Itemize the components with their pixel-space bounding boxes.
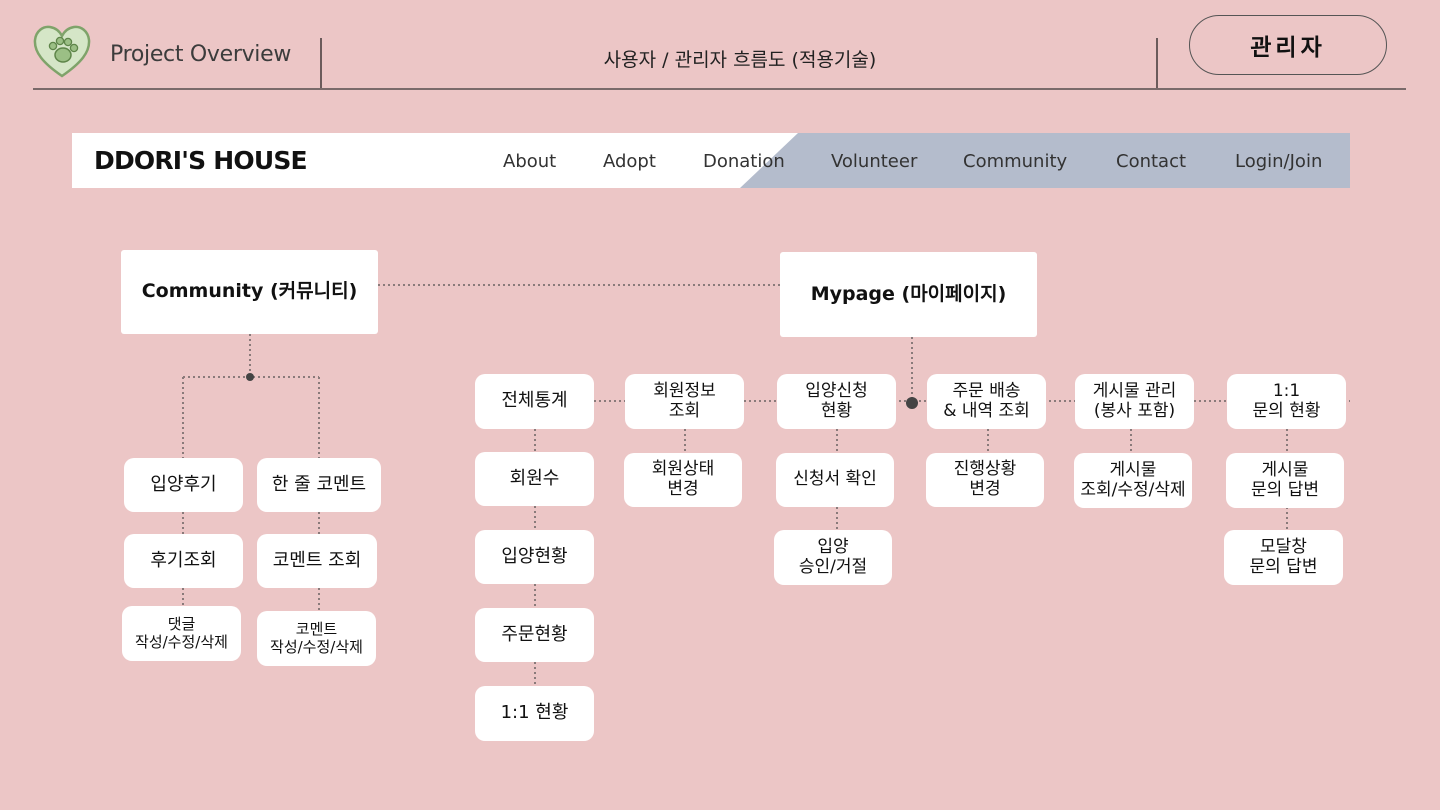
post-crud-node: 게시물 조회/수정/삭제 <box>1074 453 1192 508</box>
community-node: Community (커뮤니티) <box>121 250 378 334</box>
members-node: 회원수 <box>475 452 594 506</box>
adopt-apply-node: 입양신청 현황 <box>777 374 896 429</box>
comment-view-node: 코멘트 조회 <box>257 534 377 588</box>
review-view-node: 후기조회 <box>124 534 243 588</box>
member-state-node: 회원상태 변경 <box>624 453 742 507</box>
junction-dot <box>246 373 254 381</box>
comment-node: 한 줄 코멘트 <box>257 458 381 512</box>
adopt-status-node: 입양현황 <box>475 530 594 584</box>
qna-status-node: 1:1 현황 <box>475 686 594 741</box>
modal-reply-node: 모달창 문의 답변 <box>1224 530 1343 585</box>
stats-node: 전체통계 <box>475 374 594 429</box>
progress-change-node: 진행상황 변경 <box>926 453 1044 507</box>
mypage-node: Mypage (마이페이지) <box>780 252 1037 337</box>
comment-crud-node: 코멘트 작성/수정/삭제 <box>257 611 376 666</box>
order-delivery-node: 주문 배송 & 내역 조회 <box>927 374 1046 429</box>
order-status-node: 주문현황 <box>475 608 594 662</box>
junction-dot <box>906 397 918 409</box>
post-manage-node: 게시물 관리 (봉사 포함) <box>1075 374 1194 429</box>
review-node: 입양후기 <box>124 458 243 512</box>
apply-check-node: 신청서 확인 <box>776 453 894 507</box>
post-reply-node: 게시물 문의 답변 <box>1226 453 1344 508</box>
reply-crud-node: 댓글 작성/수정/삭제 <box>122 606 241 661</box>
inquiry-status-node: 1:1 문의 현황 <box>1227 374 1346 429</box>
adopt-approve-node: 입양 승인/거절 <box>774 530 892 585</box>
member-info-node: 회원정보 조회 <box>625 374 744 429</box>
